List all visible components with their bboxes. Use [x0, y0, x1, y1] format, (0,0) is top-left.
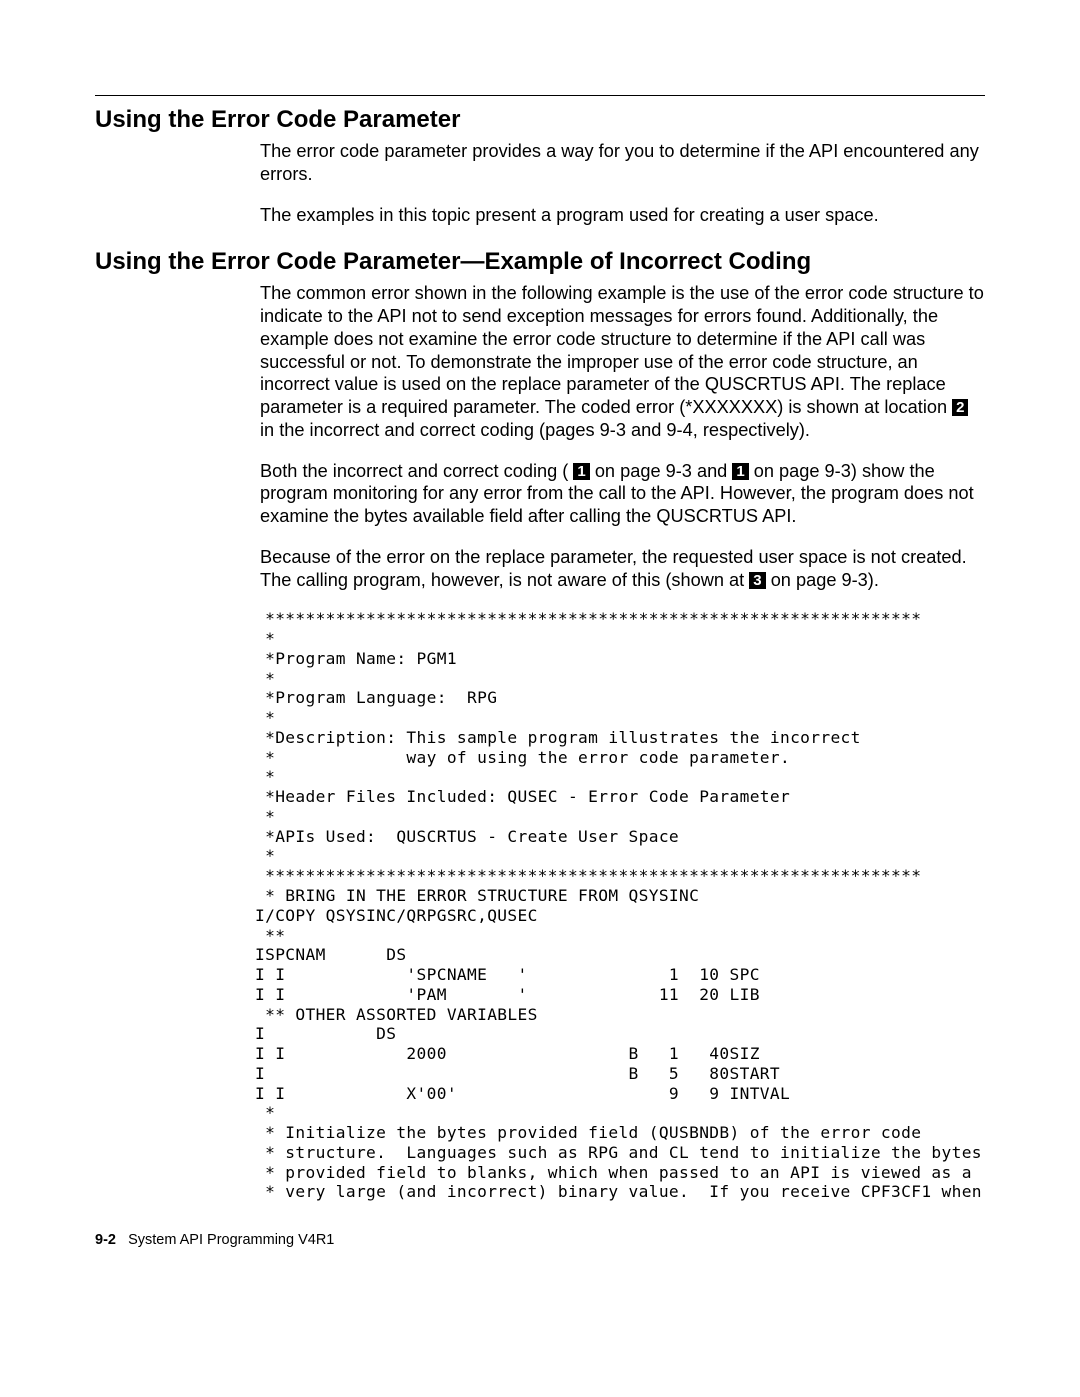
- section2-p2b: on page 9-3 and: [595, 461, 733, 481]
- page-number: 9-2: [95, 1232, 116, 1248]
- section1-p2: The examples in this topic present a pro…: [260, 204, 985, 227]
- section2-p1b: in the incorrect and correct coding (pag…: [260, 420, 810, 440]
- section2-p2a: Both the incorrect and correct coding (: [260, 461, 568, 481]
- ref-marker-1b: 1: [732, 463, 748, 480]
- ref-marker-2: 2: [952, 399, 968, 416]
- page: Using the Error Code Parameter The error…: [0, 0, 1080, 1283]
- page-footer: 9-2 System API Programming V4R1: [95, 1232, 985, 1248]
- section2-p2: Both the incorrect and correct coding ( …: [260, 460, 985, 528]
- section1-heading: Using the Error Code Parameter: [95, 106, 985, 134]
- top-rule: [95, 95, 985, 96]
- section2-body: The common error shown in the following …: [260, 282, 985, 591]
- ref-marker-1a: 1: [573, 463, 589, 480]
- section2-p1a: The common error shown in the following …: [260, 283, 984, 417]
- section2-p3: Because of the error on the replace para…: [260, 546, 985, 592]
- section2-p3b: on page 9-3).: [771, 570, 879, 590]
- ref-marker-3: 3: [749, 572, 765, 589]
- section1-p1: The error code parameter provides a way …: [260, 140, 985, 186]
- section1-body: The error code parameter provides a way …: [260, 140, 985, 226]
- section2-p1: The common error shown in the following …: [260, 282, 985, 441]
- code-listing: ****************************************…: [255, 609, 985, 1202]
- footer-title: System API Programming V4R1: [128, 1232, 334, 1248]
- section2-heading: Using the Error Code Parameter—Example o…: [95, 248, 985, 276]
